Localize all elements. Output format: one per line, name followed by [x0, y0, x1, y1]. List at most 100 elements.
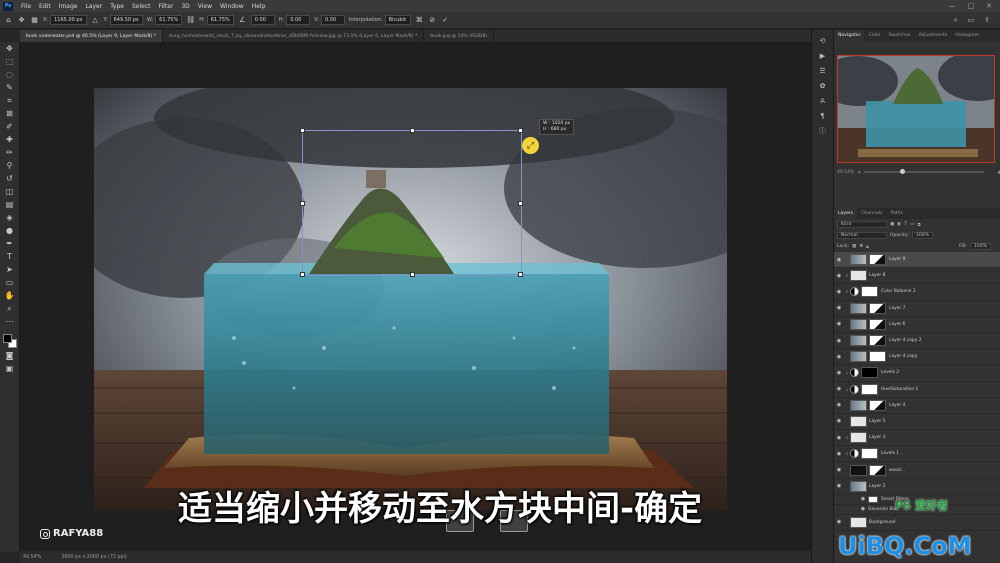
- layer-row-color-balance-1[interactable]: ◉ ↓ Color Balance 1: [834, 284, 1000, 301]
- zoom-out-icon[interactable]: ▴: [858, 170, 860, 175]
- blend-mode-select[interactable]: Normal: [837, 232, 887, 239]
- cancel-transform-icon[interactable]: ⊘: [428, 16, 437, 25]
- v-skew-field[interactable]: 0.00: [320, 15, 345, 25]
- menu-layer[interactable]: Layer: [81, 3, 106, 10]
- brushes-icon[interactable]: ✿: [818, 81, 828, 91]
- tab-adjustments[interactable]: Adjustments: [914, 30, 951, 41]
- visibility-eye-icon[interactable]: ◉: [834, 483, 844, 489]
- quick-mask-icon[interactable]: ◙: [4, 351, 16, 361]
- path-select-tool-icon[interactable]: ➤: [4, 265, 16, 275]
- maximize-icon[interactable]: □: [968, 2, 975, 10]
- lasso-tool-icon[interactable]: ◌: [4, 70, 16, 80]
- zoom-tool-icon[interactable]: ⌕: [4, 304, 16, 314]
- tab-layers[interactable]: Layers: [834, 208, 858, 219]
- layer-row-layer-4-copy-2[interactable]: ◉ Layer 4 copy 2: [834, 333, 1000, 350]
- width-field[interactable]: 61.75%: [155, 15, 183, 25]
- tab-navigator[interactable]: Navigator: [834, 30, 865, 41]
- visibility-eye-icon[interactable]: ◉: [834, 418, 844, 424]
- visibility-eye-icon[interactable]: ◉: [834, 354, 844, 360]
- layer-row-layer-4-copy[interactable]: ◉ Layer 4 copy: [834, 349, 1000, 366]
- angle-field[interactable]: 0.00: [250, 15, 275, 25]
- eyedropper-tool-icon[interactable]: ✐: [4, 122, 16, 132]
- visibility-eye-icon[interactable]: ◉: [858, 506, 868, 512]
- properties-icon[interactable]: ☰: [818, 66, 828, 76]
- layer-row-layer-3[interactable]: ◉ ↓ Layer 3: [834, 430, 1000, 447]
- relative-position-icon[interactable]: △: [91, 16, 100, 25]
- reference-point-icon[interactable]: ▦: [30, 16, 39, 25]
- home-icon[interactable]: ⌂: [4, 16, 13, 25]
- layer-mask-thumbnail[interactable]: [861, 448, 878, 460]
- visibility-eye-icon[interactable]: ◉: [834, 289, 844, 295]
- visibility-eye-icon[interactable]: ◉: [834, 435, 844, 441]
- menu-3d[interactable]: 3D: [177, 3, 193, 10]
- visibility-eye-icon[interactable]: ◉: [858, 496, 868, 502]
- menu-window[interactable]: Window: [216, 3, 248, 10]
- healing-tool-icon[interactable]: ✚: [4, 135, 16, 145]
- pen-tool-icon[interactable]: ✒: [4, 239, 16, 249]
- history-icon[interactable]: ⟲: [818, 36, 828, 46]
- marquee-tool-icon[interactable]: ⬚: [4, 57, 16, 67]
- layer-row-levels-1[interactable]: ◉ ↓ Levels 1: [834, 446, 1000, 463]
- share-icon[interactable]: ⇪: [984, 16, 990, 25]
- layer-mask-thumbnail[interactable]: [861, 367, 878, 379]
- interpolation-select[interactable]: Bicubic: [384, 15, 411, 25]
- lock-pixels-icon[interactable]: ▦: [852, 244, 856, 249]
- filter-smart-icon[interactable]: ⧉: [918, 222, 921, 228]
- dodge-tool-icon[interactable]: ●: [4, 226, 16, 236]
- shape-tool-icon[interactable]: ▭: [4, 278, 16, 288]
- layer-row-layer-6[interactable]: ◉ Layer 6: [834, 317, 1000, 333]
- h-skew-field[interactable]: 0.00: [286, 15, 311, 25]
- visibility-eye-icon[interactable]: ◉: [834, 321, 844, 327]
- transform-handle-tl[interactable]: [300, 128, 305, 133]
- layer-row-layer-8[interactable]: ◉ ↓ Layer 8: [834, 268, 1000, 285]
- close-icon[interactable]: ✕: [986, 2, 992, 10]
- filter-pixel-icon[interactable]: ▣: [890, 222, 894, 227]
- filter-type-icon[interactable]: T: [904, 222, 907, 227]
- visibility-eye-icon[interactable]: ◉: [834, 257, 844, 263]
- tab-burg-stock[interactable]: burg_hochosterwitz_stock_7_by_alexandrah…: [163, 30, 425, 42]
- smart-filter-mask[interactable]: [868, 495, 878, 503]
- lock-position-icon[interactable]: ✥: [859, 244, 863, 249]
- tab-book-jpg[interactable]: book.jpg @ 14% (RGB/8): [424, 30, 495, 42]
- tab-histogram[interactable]: Histogram: [951, 30, 983, 41]
- workspace-icon[interactable]: ▭: [968, 16, 975, 25]
- info-icon[interactable]: ⓘ: [818, 126, 828, 136]
- transform-handle-b[interactable]: [410, 272, 415, 277]
- blur-tool-icon[interactable]: ◈: [4, 213, 16, 223]
- height-field[interactable]: 61.75%: [206, 15, 234, 25]
- layer-row-layer-4[interactable]: ◉ Layer 4: [834, 398, 1000, 414]
- history-brush-icon[interactable]: ↺: [4, 174, 16, 184]
- tab-book-underwater[interactable]: book underwater.psd @ 40.5% (Layer 9, La…: [20, 30, 164, 42]
- menu-help[interactable]: Help: [248, 3, 270, 10]
- paragraph-icon[interactable]: ¶: [818, 111, 828, 121]
- crop-tool-icon[interactable]: ⌗: [4, 96, 16, 106]
- navigator-preview[interactable]: [837, 55, 995, 163]
- tab-color[interactable]: Color: [864, 30, 884, 41]
- transform-handle-l[interactable]: [300, 201, 305, 206]
- opacity-field[interactable]: 100%: [911, 232, 934, 239]
- transform-handle-bl[interactable]: [300, 272, 305, 277]
- menu-view[interactable]: View: [194, 3, 216, 10]
- move-tool-icon[interactable]: ✥: [4, 44, 16, 54]
- layer-mask-thumbnail[interactable]: [869, 351, 886, 363]
- hand-tool-icon[interactable]: ✋: [4, 291, 16, 301]
- fill-field[interactable]: 100%: [969, 243, 991, 250]
- quick-select-tool-icon[interactable]: ✎: [4, 83, 16, 93]
- layer-row-hue-saturation-1[interactable]: ◉ ↓ Hue/Saturation 1: [834, 382, 1000, 398]
- menu-file[interactable]: File: [17, 3, 35, 10]
- layer-mask-thumbnail[interactable]: [869, 318, 886, 330]
- screen-mode-icon[interactable]: ▣: [4, 364, 16, 374]
- layer-mask-thumbnail[interactable]: [861, 286, 878, 298]
- layer-mask-thumbnail[interactable]: [869, 335, 886, 347]
- move-tool-icon[interactable]: ✥: [17, 16, 26, 25]
- tab-swatches[interactable]: Swatches: [884, 30, 914, 41]
- type-tool-icon[interactable]: T: [4, 252, 16, 262]
- visibility-eye-icon[interactable]: ◉: [834, 467, 844, 473]
- commit-transform-icon[interactable]: ✓: [441, 16, 450, 25]
- visibility-eye-icon[interactable]: ◉: [834, 338, 844, 344]
- visibility-eye-icon[interactable]: ◉: [834, 305, 844, 311]
- filter-shape-icon[interactable]: ▭: [910, 222, 914, 227]
- layer-mask-thumbnail[interactable]: [869, 399, 886, 411]
- layer-row-layer-7[interactable]: ◉ Layer 7: [834, 301, 1000, 317]
- menu-edit[interactable]: Edit: [35, 3, 55, 10]
